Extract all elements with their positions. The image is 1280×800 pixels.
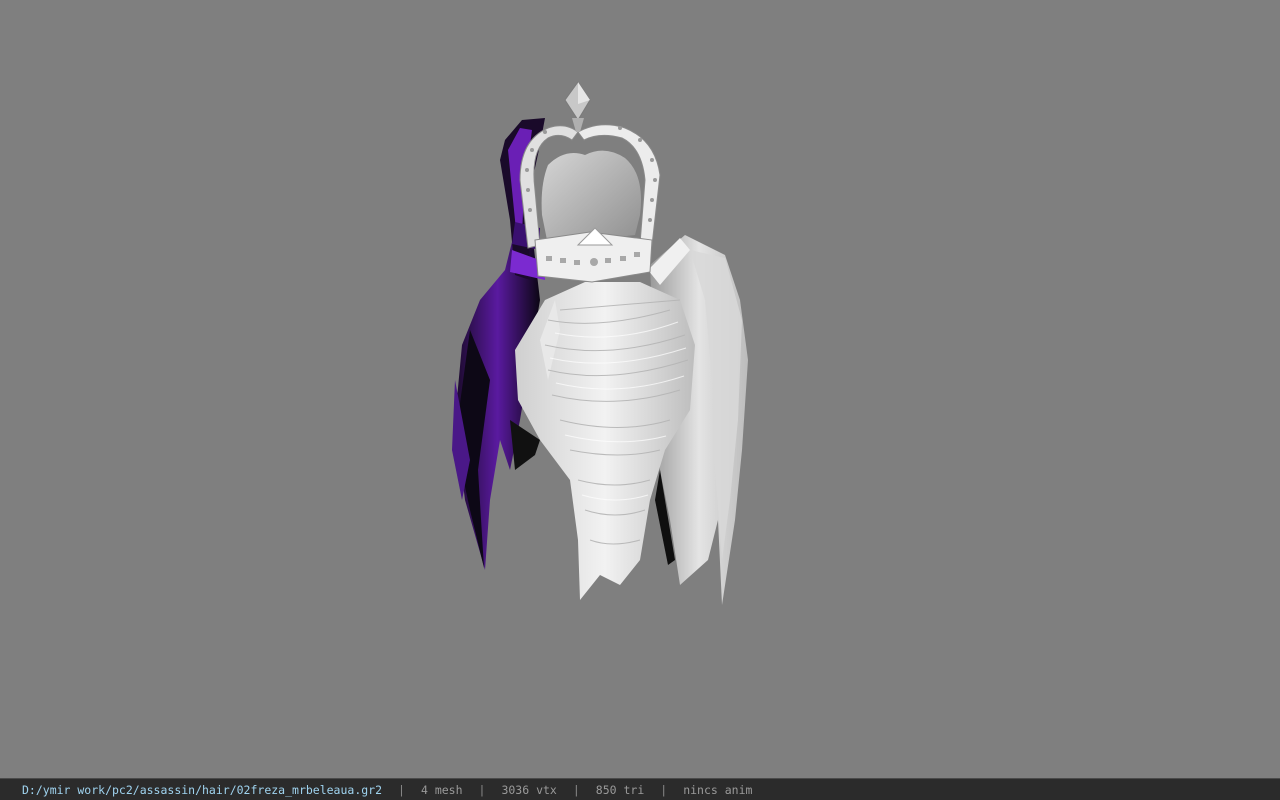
separator: | — [660, 782, 668, 797]
triangle-count: 850 tri — [595, 782, 645, 797]
file-path: D:/ymir work/pc2/assassin/hair/02freza_m… — [22, 782, 383, 797]
separator: | — [478, 782, 486, 797]
status-bar: D:/ymir work/pc2/assassin/hair/02freza_m… — [0, 778, 1280, 800]
3d-viewport[interactable] — [0, 0, 1280, 778]
vertex-count: 3036 vtx — [501, 782, 557, 797]
model-render[interactable] — [0, 0, 1280, 778]
separator: | — [398, 782, 405, 797]
separator: | — [572, 782, 580, 797]
head-cap — [541, 150, 641, 245]
mesh-count: 4 mesh — [420, 782, 463, 797]
animation-status: nincs anim — [683, 782, 753, 797]
